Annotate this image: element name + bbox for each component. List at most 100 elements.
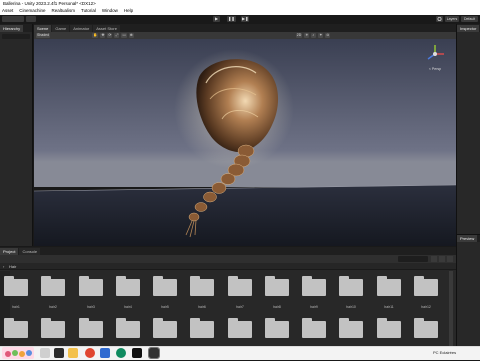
folder-item[interactable] bbox=[190, 318, 214, 338]
unity-icon[interactable] bbox=[148, 347, 160, 359]
play-button[interactable]: ▶ bbox=[213, 16, 220, 22]
lighting-toggle[interactable]: ☀ bbox=[304, 33, 310, 38]
folder-item[interactable] bbox=[79, 276, 103, 296]
axis-gizmo-icon bbox=[427, 45, 444, 60]
rotate-tool-button[interactable]: ⟳ bbox=[107, 33, 113, 38]
tab-animator[interactable]: Animator bbox=[70, 25, 93, 32]
folder-item[interactable] bbox=[79, 318, 103, 338]
folder-item[interactable] bbox=[302, 318, 326, 338]
folder-item[interactable] bbox=[190, 276, 214, 296]
folder-item[interactable] bbox=[116, 318, 140, 338]
menu-item-cinemachine[interactable]: Cinemachine bbox=[19, 7, 45, 15]
layout-dropdown[interactable]: Default bbox=[461, 16, 478, 22]
folder-label: hair11 bbox=[384, 305, 394, 309]
folder-item[interactable] bbox=[414, 276, 438, 296]
folder-item[interactable] bbox=[41, 318, 65, 338]
weather-widget-icon bbox=[5, 350, 32, 357]
tab-game[interactable]: Game bbox=[52, 25, 70, 32]
folder-item[interactable] bbox=[228, 318, 252, 338]
step-button[interactable]: ▶❚ bbox=[241, 16, 250, 22]
folder-label: hair8 bbox=[273, 305, 281, 309]
audio-toggle[interactable]: ♪ bbox=[311, 33, 317, 38]
effects-toggle[interactable]: ✦ bbox=[318, 33, 324, 38]
perspective-label[interactable]: < Persp bbox=[422, 67, 448, 71]
favorite-button[interactable] bbox=[447, 256, 453, 262]
folder-item[interactable] bbox=[41, 276, 65, 296]
rect-tool-button[interactable]: ▭ bbox=[121, 33, 127, 38]
gizmos-dropdown[interactable]: ⊙ bbox=[325, 33, 331, 38]
tab-console[interactable]: Console bbox=[19, 248, 41, 255]
project-search-input[interactable] bbox=[398, 256, 428, 262]
tab-preview[interactable]: Preview bbox=[457, 235, 478, 242]
tab-hierarchy[interactable]: Hierarchy bbox=[0, 25, 24, 32]
menu-item-asset[interactable]: Asset bbox=[2, 7, 13, 15]
preview-panel: Preview bbox=[456, 234, 480, 346]
file-explorer-icon[interactable] bbox=[68, 348, 78, 358]
menu-item-tutorial[interactable]: Tutorial bbox=[81, 7, 96, 15]
filter-label-button[interactable] bbox=[439, 256, 445, 262]
search-taskbar-icon[interactable] bbox=[40, 348, 50, 358]
window-title: Ballerina - Unity 2023.2.4f1 Personal* <… bbox=[3, 1, 96, 6]
folder-label: hair2 bbox=[49, 305, 57, 309]
project-scrollbar[interactable] bbox=[449, 271, 453, 346]
folder-item[interactable] bbox=[4, 318, 28, 338]
orientation-gizmo[interactable]: < Persp bbox=[422, 43, 448, 71]
system-tray-text[interactable]: PC Eclairées bbox=[433, 350, 456, 355]
terminal-icon[interactable] bbox=[132, 348, 142, 358]
hierarchy-search-input[interactable] bbox=[2, 34, 30, 39]
tab-asset-store[interactable]: Asset Store bbox=[93, 25, 120, 32]
folder-label: hair10 bbox=[346, 305, 356, 309]
shading-mode-dropdown[interactable]: Shaded bbox=[36, 33, 51, 38]
task-view-icon[interactable] bbox=[54, 348, 64, 358]
folder-item[interactable] bbox=[414, 318, 438, 338]
pause-icon: ❚❚ bbox=[228, 16, 235, 21]
scene-viewport[interactable]: < Persp bbox=[34, 39, 456, 246]
transform-tool-button[interactable]: ⊕ bbox=[128, 33, 134, 38]
scale-tool-button[interactable]: ⤢ bbox=[114, 33, 120, 38]
move-tool-button[interactable]: ✥ bbox=[100, 33, 106, 38]
project-tab-strip: Project Console bbox=[0, 247, 456, 255]
hand-tool-button[interactable]: ✋ bbox=[92, 33, 99, 38]
folder-item[interactable] bbox=[302, 276, 326, 296]
folder-item[interactable] bbox=[339, 318, 363, 338]
cloud-button[interactable] bbox=[26, 16, 36, 22]
main-toolbar: ▶ ❚❚ ▶❚ Layers Default bbox=[0, 15, 480, 24]
window-title-bar: Ballerina - Unity 2023.2.4f1 Personal* <… bbox=[0, 0, 480, 7]
tab-project[interactable]: Project bbox=[0, 248, 19, 255]
breadcrumb-item-hair[interactable]: Hair bbox=[9, 264, 16, 269]
project-toolbar bbox=[0, 255, 456, 263]
folder-label: hair4 bbox=[124, 305, 132, 309]
browser-icon[interactable] bbox=[85, 348, 95, 358]
widgets-thumbnail[interactable] bbox=[2, 347, 34, 359]
tab-inspector[interactable]: Inspector bbox=[457, 25, 480, 32]
folder-item[interactable] bbox=[153, 318, 177, 338]
settings-button[interactable] bbox=[436, 16, 443, 22]
scene-view-toolbar: Shaded ✋ ✥ ⟳ ⤢ ▭ ⊕ 2D ☀ ♪ ✦ ⊙ bbox=[34, 32, 456, 39]
word-icon[interactable] bbox=[100, 348, 110, 358]
folder-item[interactable] bbox=[228, 276, 252, 296]
folder-item[interactable] bbox=[265, 318, 289, 338]
project-breadcrumb: › Hair bbox=[0, 263, 456, 270]
pause-button[interactable]: ❚❚ bbox=[227, 16, 236, 22]
menu-bar: Asset Cinemachine Realtualism Tutorial W… bbox=[0, 7, 480, 15]
chrome-icon[interactable] bbox=[116, 348, 126, 358]
folder-item[interactable] bbox=[339, 276, 363, 296]
scene-tab-strip: Scene Game Animator Asset Store bbox=[34, 24, 456, 32]
folder-label: hair5 bbox=[161, 305, 169, 309]
folder-item[interactable] bbox=[116, 276, 140, 296]
tab-scene[interactable]: Scene bbox=[34, 25, 52, 32]
filter-type-button[interactable] bbox=[431, 256, 437, 262]
view-2d-toggle[interactable]: 2D bbox=[295, 33, 303, 38]
folder-item[interactable] bbox=[265, 276, 289, 296]
folder-item[interactable] bbox=[377, 276, 401, 296]
scene-render bbox=[34, 39, 456, 246]
menu-item-help[interactable]: Help bbox=[124, 7, 133, 15]
account-button[interactable] bbox=[2, 16, 24, 22]
folder-item[interactable] bbox=[153, 276, 177, 296]
folder-label: hair12 bbox=[421, 305, 431, 309]
layers-dropdown[interactable]: Layers bbox=[445, 16, 459, 22]
folder-item[interactable] bbox=[4, 276, 28, 296]
menu-item-window[interactable]: Window bbox=[102, 7, 118, 15]
folder-item[interactable] bbox=[377, 318, 401, 338]
menu-item-realtualism[interactable]: Realtualism bbox=[52, 7, 76, 15]
